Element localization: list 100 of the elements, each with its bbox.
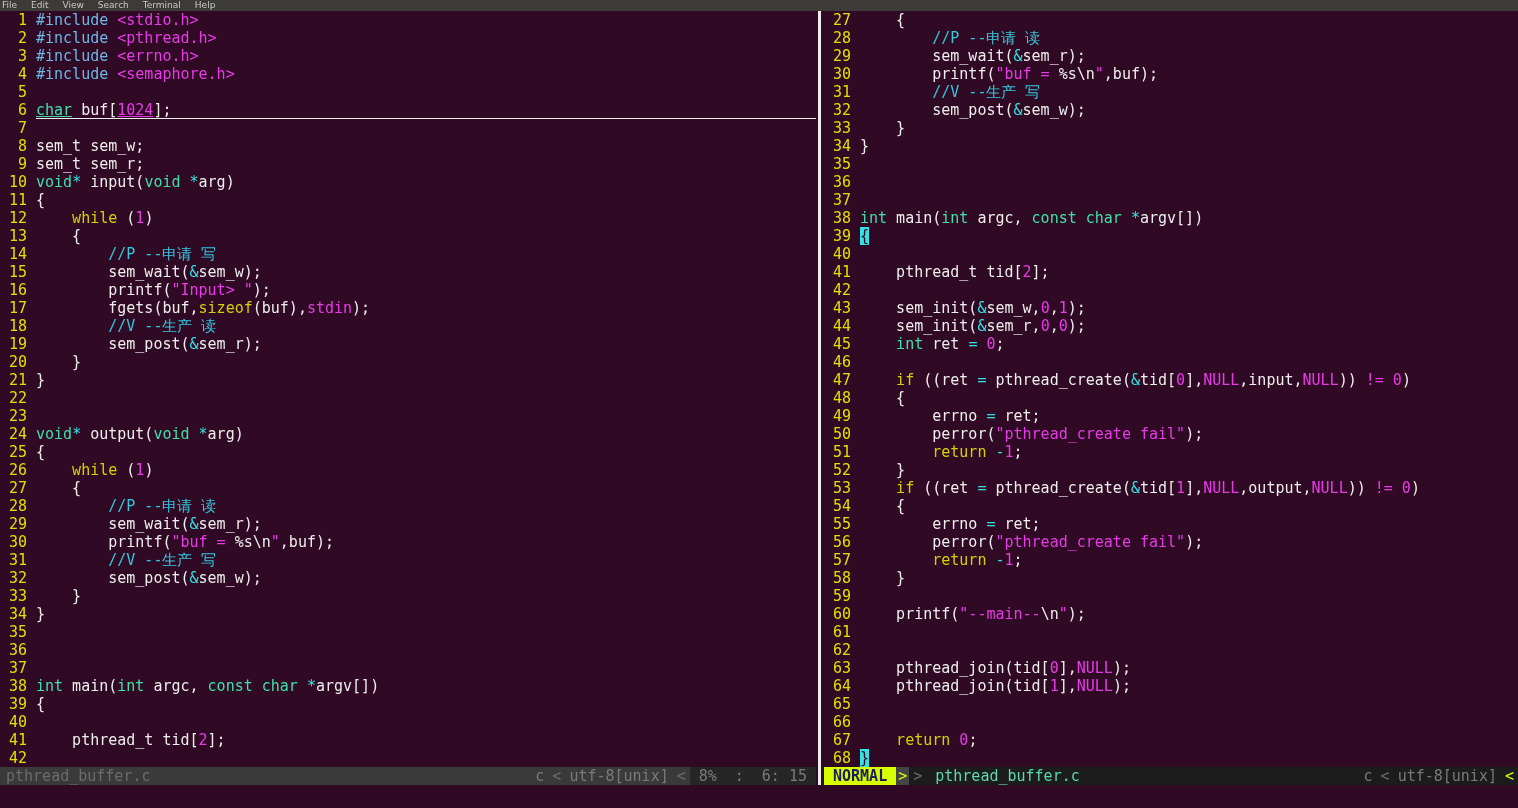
code-line: sem_post(&sem_r); [107,335,262,353]
line-number: 44 [831,317,851,335]
code-line: //V --生产 读 [107,317,217,335]
line-number: 54 [831,497,851,515]
line-number: 47 [831,371,851,389]
code-line: sem_init(&sem_w,0,1); [895,299,1086,317]
line-number: 32 [7,569,27,587]
code-line: pthread_join(tid[0],NULL); [895,659,1131,677]
line-number: 56 [831,533,851,551]
line-number: 2 [16,29,27,47]
code-line: sem_post(&sem_w); [107,569,262,587]
line-number: 28 [7,497,27,515]
status-text: < [551,767,563,785]
line-number: 7 [16,119,27,137]
code-line: char buf[1024]; [36,101,172,119]
line-number: 20 [7,353,27,371]
line-number: 48 [831,389,851,407]
status-text: c [1362,767,1374,785]
code-line: { [71,227,82,245]
code-line: //P --申请 读 [931,29,1041,47]
line-number: 59 [831,587,851,605]
code-line: perror("pthread_create fail"); [931,425,1204,443]
code-line: perror("pthread_create fail"); [931,533,1204,551]
line-number: 36 [7,641,27,659]
line-number: 65 [831,695,851,713]
line-number: 37 [7,659,27,677]
menu-item[interactable]: Help [194,0,216,11]
code-line: while (1) [71,461,154,479]
line-number: 12 [7,209,27,227]
line-number: 41 [7,731,27,749]
status-text: c [534,767,546,785]
line-number: 31 [7,551,27,569]
code-line: sem_post(&sem_w); [931,101,1086,119]
line-number: 10 [7,173,27,191]
code-line: printf("Input> "); [107,281,271,299]
line-number: 40 [7,713,27,731]
menu-item[interactable]: File [2,0,18,11]
line-number: 63 [831,659,851,677]
menu-item[interactable]: View [62,0,84,11]
line-number: 21 [7,371,27,389]
line-number: 37 [831,191,851,209]
code-line: while (1) [71,209,154,227]
code-line: sem_wait(&sem_w); [107,263,262,281]
status-text: > [912,767,924,785]
line-number: 1 [16,11,27,29]
line-number: 26 [7,461,27,479]
code-line: fgets(buf,sizeof(buf),stdin); [107,299,371,317]
status-text: NORMAL [824,767,897,785]
line-number: 9 [16,155,27,173]
status-text: : [725,767,753,785]
line-number: 33 [831,119,851,137]
code-line: errno = ret; [931,515,1041,533]
line-number: 24 [7,425,27,443]
line-number: 42 [7,749,27,767]
line-number: 35 [831,155,851,173]
line-number: 38 [831,209,851,227]
line-number: 43 [831,299,851,317]
line-number: 27 [831,11,851,29]
line-number: 39 [7,695,27,713]
code-line: pthread_t tid[2]; [71,731,226,749]
code-line: if ((ret = pthread_create(&tid[1],NULL,output,NULL)) != 0) [895,479,1420,497]
code-line: { [895,389,906,407]
code-line: { [895,11,906,29]
status-text: 6: 15 [752,767,816,785]
menu-item[interactable]: Edit [31,0,49,11]
code-line: return -1; [931,551,1023,569]
line-number: 25 [7,443,27,461]
status-text: utf-8[unix] [1396,767,1498,785]
code-line: printf("--main--\n"); [895,605,1086,623]
line-number: 38 [7,677,27,695]
status-text: < [1379,767,1391,785]
line-number: 55 [831,515,851,533]
code-line: #include <semaphore.h> [36,65,235,83]
line-number: 46 [831,353,851,371]
line-number: 39 [831,227,851,245]
code-line: } [71,353,82,371]
line-number: 22 [7,389,27,407]
code-line: void* output(void *arg) [36,425,244,443]
line-number: 3 [16,47,27,65]
line-number: 34 [831,137,851,155]
line-number: 51 [831,443,851,461]
line-number: 30 [831,65,851,83]
code-line: sem_wait(&sem_r); [107,515,262,533]
line-number: 49 [831,407,851,425]
line-number: 33 [7,587,27,605]
menu-item[interactable]: Terminal [142,0,181,11]
code-line: } [71,587,82,605]
code-line: int ret = 0; [895,335,1005,353]
code-line: } [36,371,46,389]
code-line: sem_wait(&sem_r); [931,47,1086,65]
code-line: { [36,443,46,461]
line-number: 29 [7,515,27,533]
code-line: { [36,191,46,209]
code-line: void* input(void *arg) [36,173,235,191]
code-line: return -1; [931,443,1023,461]
menu-item[interactable]: Search [97,0,129,11]
line-number: 41 [831,263,851,281]
code-line: #include <errno.h> [36,47,199,65]
code-line: #include <pthread.h> [36,29,217,47]
code-line: { [36,695,46,713]
